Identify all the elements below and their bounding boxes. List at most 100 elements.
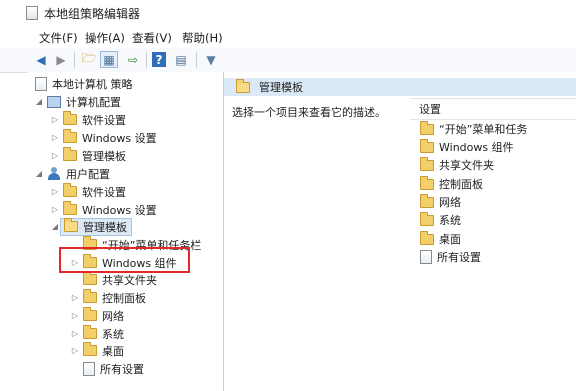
- toolbar-separator: [74, 52, 75, 68]
- list-item-label: Windows 组件: [439, 141, 514, 154]
- tree-item[interactable]: ▷ 管理模板: [50, 147, 126, 164]
- tree-label: 系统: [102, 327, 124, 341]
- tree-root[interactable]: 本地计算机 策略: [32, 75, 133, 92]
- menu-action[interactable]: 操作(A): [85, 30, 125, 46]
- tree-label: 软件设置: [82, 113, 126, 127]
- folder-icon: [420, 211, 434, 226]
- list-item-label: 控制面板: [439, 178, 483, 191]
- filter-icon[interactable]: ▼: [202, 51, 220, 68]
- back-icon[interactable]: ◀: [32, 51, 50, 68]
- list-item[interactable]: 共享文件夹: [417, 156, 494, 174]
- collapse-arrow-icon[interactable]: ◢: [50, 222, 60, 231]
- tree-label: 管理模板: [83, 220, 127, 234]
- folder-icon: [63, 147, 77, 161]
- tree-item[interactable]: 所有设置: [70, 360, 144, 377]
- forward-icon[interactable]: ▶: [52, 51, 70, 68]
- open-folder-icon: [64, 218, 78, 232]
- highlight-annotation-box: [59, 247, 190, 273]
- properties-icon[interactable]: ▤: [172, 51, 190, 68]
- list-item[interactable]: 网络: [417, 193, 461, 211]
- menu-bar: 文件(F) 操作(A) 查看(V) 帮助(H): [0, 27, 576, 47]
- folder-icon: [63, 201, 77, 215]
- tree-computer-config[interactable]: ◢ 计算机配置: [34, 93, 121, 110]
- tree-label: Windows 设置: [82, 131, 157, 145]
- computer-icon: [47, 95, 61, 108]
- folder-icon: [83, 342, 97, 356]
- folder-icon: [63, 183, 77, 197]
- policy-doc-icon: [35, 76, 47, 91]
- menu-view[interactable]: 查看(V): [132, 30, 172, 46]
- tree-item[interactable]: ▷ 软件设置: [50, 111, 126, 128]
- user-icon: [47, 167, 61, 180]
- tree-root-label: 本地计算机 策略: [52, 77, 133, 91]
- tree-item[interactable]: 共享文件夹: [70, 271, 157, 288]
- window-title: 本地组策略编辑器: [44, 7, 141, 21]
- toolbar-separator: [146, 52, 147, 68]
- expand-arrow-icon[interactable]: ▷: [50, 133, 60, 142]
- tree-label: 所有设置: [100, 362, 144, 376]
- tree-user-config[interactable]: ◢ 用户配置: [34, 165, 110, 182]
- expand-arrow-icon[interactable]: ▷: [50, 151, 60, 160]
- app-icon: [26, 6, 38, 20]
- collapse-arrow-icon[interactable]: ◢: [34, 169, 44, 178]
- tree-label: 网络: [102, 309, 124, 323]
- list-item[interactable]: 桌面: [417, 230, 461, 248]
- expand-arrow-icon[interactable]: ▷: [70, 311, 80, 320]
- selected-node[interactable]: 管理模板: [60, 217, 132, 236]
- menu-file[interactable]: 文件(F): [39, 30, 78, 46]
- tree-label: 桌面: [102, 344, 124, 358]
- tree-item[interactable]: ▷ Windows 设置: [50, 129, 157, 146]
- list-item-label: 系统: [439, 214, 461, 227]
- list-item-label: “开始”菜单和任务: [439, 123, 528, 136]
- tree-item[interactable]: ▷ 控制面板: [70, 289, 146, 306]
- list-item[interactable]: 系统: [417, 211, 461, 229]
- tree-label: 管理模板: [82, 149, 126, 163]
- export-list-icon[interactable]: ⇨: [124, 51, 142, 68]
- details-header: 管理模板: [224, 78, 576, 96]
- column-header-setting[interactable]: 设置: [410, 98, 576, 120]
- expand-arrow-icon[interactable]: ▷: [50, 187, 60, 196]
- tree-admin-templates[interactable]: ◢ 管理模板: [50, 217, 132, 236]
- list-item[interactable]: Windows 组件: [417, 138, 514, 156]
- tree-label: 软件设置: [82, 185, 126, 199]
- folder-icon: [63, 129, 77, 143]
- list-item[interactable]: 控制面板: [417, 175, 483, 193]
- open-folder-icon: [236, 78, 250, 93]
- tree-label: Windows 设置: [82, 203, 157, 217]
- folder-icon: [83, 271, 97, 285]
- show-hide-tree-icon[interactable]: ▦: [100, 51, 118, 68]
- menu-help[interactable]: 帮助(H): [182, 30, 223, 46]
- list-item[interactable]: “开始”菜单和任务: [417, 120, 527, 138]
- list-item-label: 共享文件夹: [439, 159, 494, 172]
- expand-arrow-icon[interactable]: ▷: [70, 293, 80, 302]
- tree-item[interactable]: ▷ 软件设置: [50, 183, 126, 200]
- folder-icon: [420, 138, 434, 153]
- column-header-label: 设置: [419, 103, 441, 116]
- folder-icon: [420, 193, 434, 208]
- tree-label: 共享文件夹: [102, 273, 157, 287]
- expand-arrow-icon[interactable]: ▷: [70, 346, 80, 355]
- tree-item[interactable]: ▷ 系统: [70, 325, 124, 342]
- folder-icon: [420, 230, 434, 245]
- up-folder-icon[interactable]: 🗁: [80, 51, 98, 68]
- details-pane: 管理模板 选择一个项目来查看它的描述。 设置 “开始”菜单和任务 Windows…: [224, 72, 576, 391]
- toolbar: ◀ ▶ 🗁 ▦ ⇨ ? ▤ ▼: [0, 48, 576, 73]
- tree-item[interactable]: ▷ Windows 设置: [50, 201, 157, 218]
- folder-icon: [420, 156, 434, 171]
- collapse-arrow-icon[interactable]: ◢: [34, 97, 44, 106]
- tree-pane: 本地计算机 策略 ◢ 计算机配置 ▷ 软件设置 ▷ Windows 设置 ▷ 管…: [28, 72, 224, 391]
- title-bar: 本地组策略编辑器: [0, 0, 576, 26]
- folder-icon: [83, 289, 97, 303]
- help-icon[interactable]: ?: [152, 52, 166, 67]
- expand-arrow-icon[interactable]: ▷: [50, 115, 60, 124]
- folder-icon: [63, 111, 77, 125]
- folder-icon: [420, 120, 434, 135]
- tree-label: 用户配置: [66, 167, 110, 181]
- folder-icon: [420, 175, 434, 190]
- tree-item[interactable]: ▷ 网络: [70, 307, 124, 324]
- tree-label: 控制面板: [102, 291, 146, 305]
- list-item[interactable]: 所有设置: [417, 248, 481, 266]
- expand-arrow-icon[interactable]: ▷: [70, 329, 80, 338]
- tree-item[interactable]: ▷ 桌面: [70, 342, 124, 359]
- expand-arrow-icon[interactable]: ▷: [50, 205, 60, 214]
